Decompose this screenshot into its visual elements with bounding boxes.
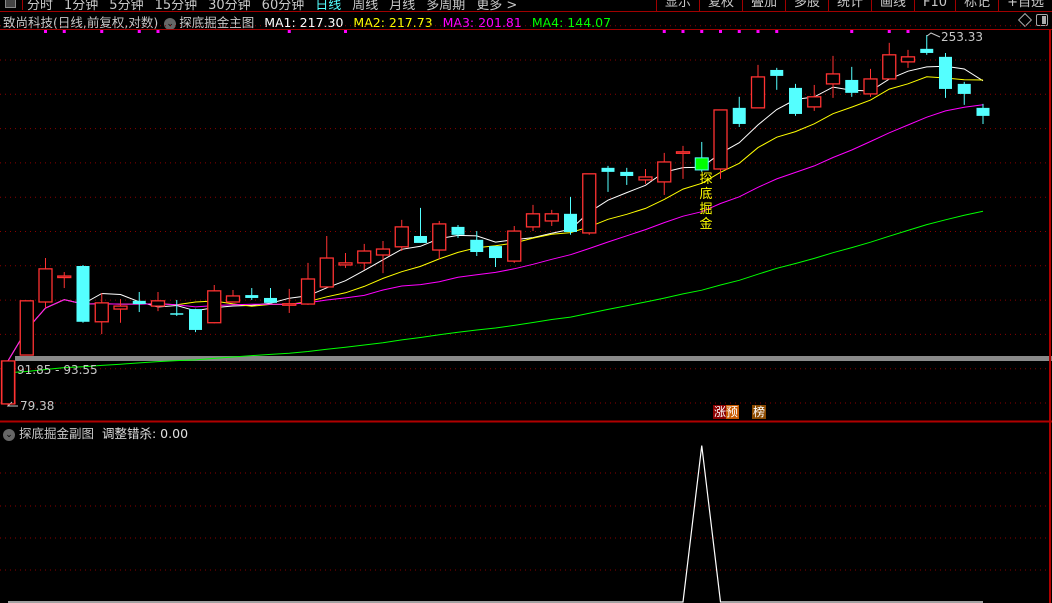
candle-up: [507, 230, 522, 262]
candle-up: [882, 54, 897, 80]
ma3-line: [7, 104, 984, 362]
candle-up: [300, 278, 316, 305]
candle-up: [113, 305, 128, 310]
candle-down: [470, 239, 484, 253]
rise-forecast-badge[interactable]: 涨预: [713, 405, 740, 419]
candle-down: [489, 246, 502, 259]
candle-down: [76, 265, 90, 322]
candle-up: [319, 257, 334, 288]
price-chart[interactable]: [0, 0, 1052, 603]
sub-chart-header: ⌄ 探底掘金副图 调整错杀: 0.00: [3, 423, 188, 442]
candle-up: [150, 300, 166, 307]
signal-char: 金: [699, 217, 713, 232]
candle-up: [825, 73, 841, 85]
marker-dot: [850, 30, 854, 33]
ma1-line: [7, 65, 984, 362]
marker-dot: [681, 30, 685, 33]
range-label: 91.85 - 93.55: [17, 363, 98, 377]
marker-dot: [700, 30, 704, 33]
candle-down: [732, 107, 746, 124]
candle-up: [657, 161, 672, 183]
marker-dot: [62, 30, 66, 33]
sub-indicator-line: [8, 445, 983, 603]
candle-down: [132, 300, 146, 305]
candle-down: [601, 167, 615, 172]
candle-up: [0, 360, 16, 405]
marker-dot: [287, 30, 291, 33]
candle-down: [789, 87, 802, 114]
candle-down: [451, 226, 465, 235]
candle-down: [620, 171, 634, 176]
candle-down: [189, 309, 202, 330]
marker-dot: [719, 30, 722, 33]
candle-down: [939, 56, 952, 89]
marker-dot: [100, 30, 104, 33]
candle-up: [207, 290, 222, 324]
candle-up: [57, 275, 72, 279]
candle-up: [525, 213, 541, 228]
ma2-line: [7, 76, 984, 362]
high-price-label: 253.33: [941, 30, 983, 44]
candle-up: [282, 303, 297, 306]
candle-down: [264, 297, 277, 303]
candle-up: [675, 151, 691, 154]
signal-char: 掘: [699, 202, 713, 217]
high-arrow: [926, 32, 941, 38]
candle-down: [245, 295, 259, 298]
candle-up: [582, 173, 597, 234]
gap-band: [15, 356, 1052, 361]
marker-dot: [887, 30, 891, 33]
candle-down: [920, 48, 934, 53]
candle-up: [338, 262, 353, 266]
marker-dot: [906, 30, 910, 33]
candle-up: [713, 109, 728, 170]
signal-text: 探 底 掘 金: [699, 172, 713, 232]
candle-up: [19, 300, 34, 356]
marker-dot: [344, 30, 347, 33]
candle-up: [863, 78, 878, 95]
candle-up: [38, 268, 53, 303]
candle-down: [976, 107, 990, 116]
candle-up: [638, 176, 653, 181]
candle-up: [750, 76, 766, 109]
marker-dot: [44, 30, 47, 33]
candle-down: [564, 213, 577, 232]
ma4-line: [7, 210, 984, 374]
low-price-label: 79.38: [20, 399, 55, 413]
candle-down: [170, 313, 184, 315]
marker-dot: [775, 30, 779, 33]
candle-up: [807, 96, 822, 108]
candle-down: [770, 69, 784, 76]
candle-up: [394, 226, 409, 248]
candle-up: [544, 213, 559, 222]
marker-dot: [156, 30, 160, 33]
signal-char: 探: [699, 172, 713, 187]
candle-down: [845, 79, 859, 93]
ranking-badge[interactable]: 榜: [752, 405, 767, 419]
marker-dot: [662, 30, 666, 33]
candle-up: [225, 295, 241, 303]
chevron-down-icon[interactable]: ⌄: [3, 428, 15, 441]
sub-indicator-name[interactable]: 探底掘金副图: [19, 426, 94, 441]
marker-dot: [756, 30, 760, 33]
marker-dot: [737, 30, 741, 33]
candle-up: [94, 302, 109, 323]
candle-up: [432, 223, 447, 251]
candle-down: [957, 83, 971, 94]
marker-dot: [137, 30, 141, 33]
candle-down: [414, 235, 427, 243]
candle-up: [900, 56, 916, 63]
candle-up: [357, 250, 372, 264]
right-border: [1049, 30, 1051, 603]
sub-indicator-value: 调整错杀: 0.00: [102, 426, 189, 441]
signal-candle: [694, 157, 709, 171]
signal-char: 底: [699, 187, 713, 202]
candle-up: [375, 248, 391, 256]
